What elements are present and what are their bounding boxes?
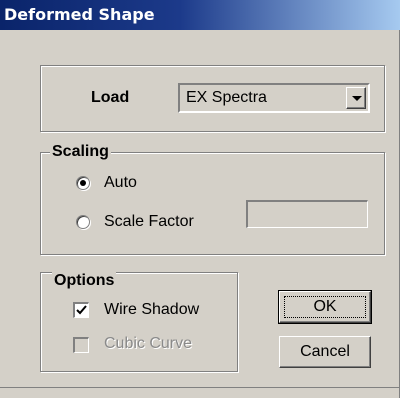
load-dropdown-button[interactable]: [346, 87, 366, 109]
auto-radio-label[interactable]: Auto: [104, 173, 137, 193]
scale-factor-input[interactable]: [246, 200, 368, 228]
deformed-shape-dialog: Deformed Shape Load EX Spectra Scaling A…: [0, 0, 400, 398]
scale-factor-radio[interactable]: [76, 215, 90, 229]
ok-button[interactable]: OK: [278, 290, 372, 324]
scaling-legend: Scaling: [50, 142, 111, 162]
load-selected-value: EX Spectra: [186, 89, 267, 106]
load-combobox[interactable]: EX Spectra: [178, 83, 370, 113]
wire-shadow-checkbox[interactable]: [73, 302, 89, 318]
cubic-curve-label: Cubic Curve: [104, 335, 193, 352]
window-bottom-edge: [0, 387, 400, 388]
scale-factor-radio-label[interactable]: Scale Factor: [104, 212, 194, 232]
radio-selected-dot: [80, 180, 86, 186]
load-label: Load: [91, 89, 130, 106]
focus-ring: [284, 296, 366, 318]
cancel-button[interactable]: Cancel: [279, 336, 371, 368]
chevron-down-icon: [352, 96, 362, 101]
auto-radio[interactable]: [76, 176, 90, 190]
options-legend: Options: [52, 271, 117, 291]
wire-shadow-label[interactable]: Wire Shadow: [104, 300, 199, 320]
dialog-title[interactable]: Deformed Shape: [0, 0, 400, 30]
cancel-button-label: Cancel: [300, 343, 350, 360]
cubic-curve-checkbox: [73, 337, 89, 353]
checkmark-icon: [76, 305, 87, 315]
